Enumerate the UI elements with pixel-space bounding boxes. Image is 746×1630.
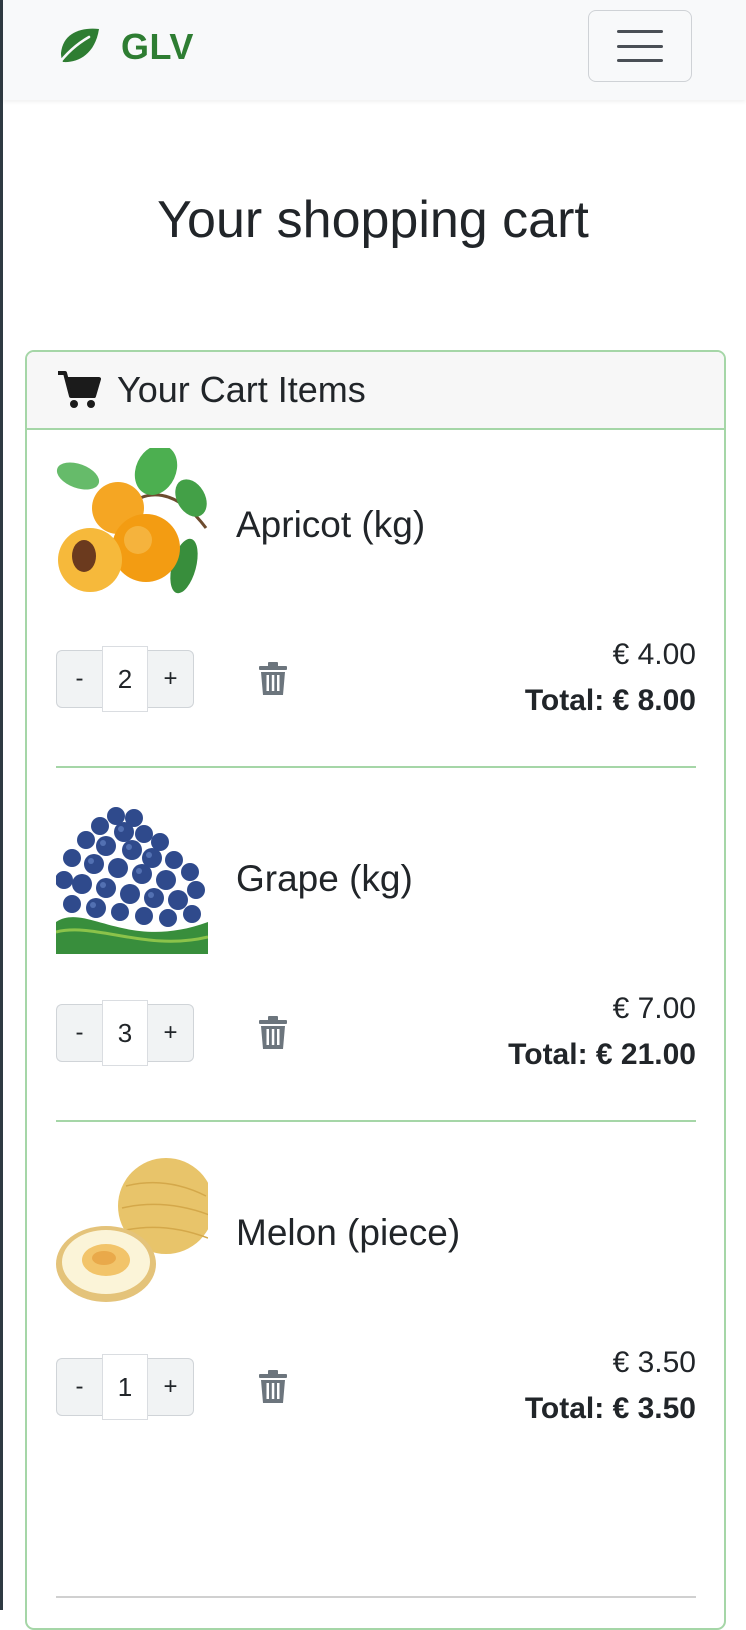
increase-quantity-button[interactable]: +	[148, 650, 194, 708]
increase-quantity-button[interactable]: +	[148, 1004, 194, 1062]
item-divider	[56, 1120, 696, 1122]
decrease-quantity-button[interactable]: -	[56, 1358, 102, 1416]
shopping-cart-icon	[58, 371, 101, 408]
leaf-icon	[55, 28, 99, 67]
item-name: Grape (kg)	[236, 858, 413, 899]
apricot-image	[56, 448, 208, 594]
item-name: Apricot (kg)	[236, 504, 426, 545]
trash-icon[interactable]	[258, 1370, 288, 1404]
cart-header-title: Your Cart Items	[117, 369, 366, 410]
trash-icon[interactable]	[258, 1016, 288, 1050]
unit-price: € 4.00	[612, 638, 696, 671]
quantity-stepper: - 1 +	[56, 1354, 194, 1420]
quantity-stepper: - 3 +	[56, 1000, 194, 1066]
brand-link[interactable]: GLV	[55, 26, 194, 68]
hamburger-menu-icon	[617, 30, 663, 62]
decrease-quantity-button[interactable]: -	[56, 650, 102, 708]
item-total: Total: € 3.50	[524, 1392, 696, 1425]
item-total: Total: € 8.00	[524, 684, 696, 717]
item-name: Melon (piece)	[236, 1212, 461, 1253]
grape-image	[56, 807, 208, 954]
page-title: Your shopping cart	[157, 191, 589, 249]
quantity-value[interactable]: 1	[102, 1354, 148, 1420]
footer-divider	[56, 1596, 696, 1598]
cart-card-header: Your Cart Items	[27, 352, 724, 430]
top-navbar: GLV	[3, 0, 746, 100]
item-total: Total: € 21.00	[508, 1038, 696, 1071]
melon-image	[56, 1158, 208, 1302]
quantity-stepper: - 2 +	[56, 646, 194, 712]
item-divider	[56, 766, 696, 768]
unit-price: € 3.50	[612, 1346, 696, 1379]
trash-icon[interactable]	[258, 662, 288, 696]
brand-name: GLV	[121, 26, 194, 67]
quantity-value[interactable]: 3	[102, 1000, 148, 1066]
decrease-quantity-button[interactable]: -	[56, 1004, 102, 1062]
unit-price: € 7.00	[612, 992, 696, 1025]
increase-quantity-button[interactable]: +	[148, 1358, 194, 1416]
quantity-value[interactable]: 2	[102, 646, 148, 712]
menu-toggle-button[interactable]	[588, 10, 692, 82]
